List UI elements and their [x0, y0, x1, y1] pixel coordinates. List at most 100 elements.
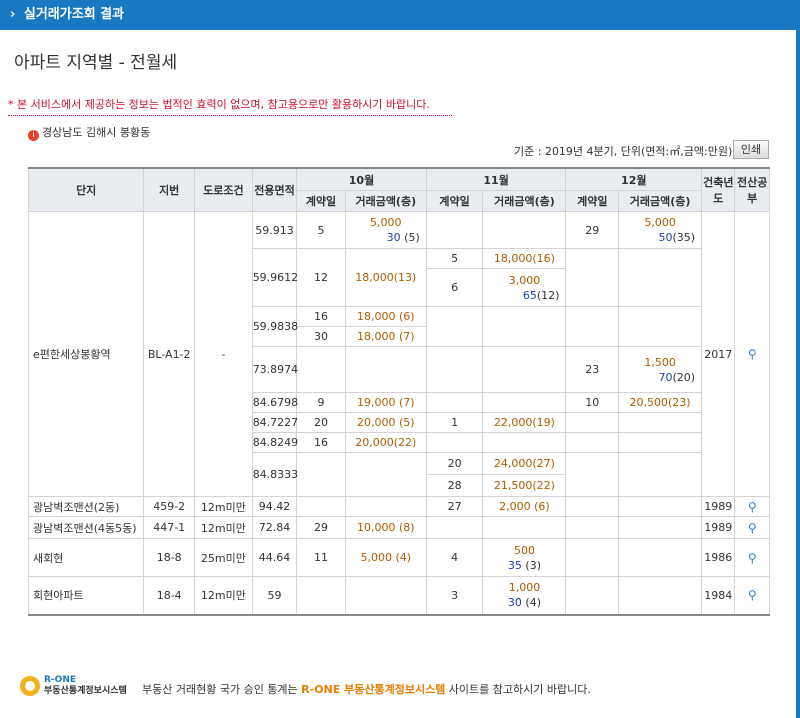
logo-line-2: 부동산통계정보시스템: [44, 686, 127, 696]
header-arrow-icon: ›: [10, 7, 16, 22]
empty-cell: [296, 452, 346, 497]
empty-cell: [482, 211, 567, 249]
area-value: 84.8333: [251, 452, 298, 497]
amount-cell: 2,000 (6): [482, 496, 567, 517]
col-cadastre: 전산공부: [734, 167, 770, 212]
empty-cell: [296, 576, 346, 615]
contract-day: 29: [296, 516, 346, 539]
amount-cell: 18,000 (6): [344, 306, 427, 327]
col-amount: 거래금액(층): [482, 190, 567, 212]
col-lot: 지번: [143, 167, 195, 212]
info-icon: i: [28, 130, 39, 141]
rent-line: 35 (3): [483, 558, 565, 573]
page-title: 아파트 지역별 - 전월세: [14, 53, 178, 73]
amount-cell: 5,000 30 (5): [344, 211, 427, 249]
magnifier-icon[interactable]: ⚲: [748, 551, 757, 565]
contract-day: 16: [296, 306, 346, 327]
r-one-logo-icon: [20, 676, 40, 696]
amount-cell: 20,500(23): [618, 392, 703, 413]
r-one-link[interactable]: R-ONE 부동산통계정보시스템: [301, 683, 445, 696]
table-row: 새회현 18-8 25m미만 44.64 11 5,000 (4) 4 500 …: [27, 538, 770, 577]
contract-day: 27: [425, 496, 484, 517]
empty-cell: [565, 412, 620, 433]
cadastre-cell[interactable]: ⚲: [734, 211, 770, 497]
contract-day: 10: [565, 392, 620, 413]
region-text: 경상남도 김해시 봉황동: [42, 126, 151, 139]
col-amount: 거래금액(층): [618, 190, 703, 212]
empty-cell: [618, 516, 703, 539]
amount-cell: 5,000 50(35): [618, 211, 703, 249]
contract-day: 4: [425, 538, 484, 577]
table-row: e편한세상봉황역 BL-A1-2 - 59.913 5 5,000 30 (5)…: [27, 211, 770, 497]
col-built: 건축년도: [701, 167, 736, 212]
amount-cell: 19,000 (7): [344, 392, 427, 413]
magnifier-icon[interactable]: ⚲: [748, 500, 757, 514]
area-value: 84.6798: [251, 392, 298, 413]
magnifier-icon[interactable]: ⚲: [748, 588, 757, 602]
empty-cell: [482, 516, 567, 539]
col-amount: 거래금액(층): [344, 190, 427, 212]
deposit-amount: 5,000: [370, 216, 402, 229]
empty-cell: [482, 392, 567, 413]
empty-cell: [344, 452, 427, 497]
complex-name: 광남벽조맨션(4동5동): [27, 516, 145, 539]
complex-name: 회현아파트: [27, 576, 145, 615]
rent-line: 50(35): [619, 230, 701, 245]
amount-cell: 24,000(27): [482, 452, 567, 475]
lot-number: BL-A1-2: [143, 211, 195, 497]
empty-cell: [425, 306, 484, 347]
cadastre-cell[interactable]: ⚲: [734, 516, 770, 539]
built-year: 1984: [701, 576, 736, 615]
table-row: 광남벽조맨션(2동) 459-2 12m미만 94.42 27 2,000 (6…: [27, 496, 770, 517]
empty-cell: [482, 306, 567, 347]
floor: (35): [672, 231, 696, 244]
magnifier-icon[interactable]: ⚲: [748, 521, 757, 535]
empty-cell: [425, 211, 484, 249]
built-year: 2017: [701, 211, 736, 497]
col-road: 도로조건: [194, 167, 253, 212]
area-value: 72.84: [251, 516, 298, 539]
area-value: 84.8249: [251, 432, 298, 453]
col-contract-day: 계약일: [296, 190, 346, 212]
empty-cell: [565, 576, 620, 615]
amount-cell: 18,000 (7): [344, 326, 427, 347]
area-value: 94.42: [251, 496, 298, 517]
print-button[interactable]: 인쇄: [733, 140, 769, 159]
cadastre-cell[interactable]: ⚲: [734, 538, 770, 577]
rent-line: 65(12): [483, 288, 565, 303]
amount-cell: 20,000(22): [344, 432, 427, 453]
amount-cell: 500 35 (3): [482, 538, 567, 577]
empty-cell: [618, 538, 703, 577]
cadastre-cell[interactable]: ⚲: [734, 496, 770, 517]
contract-day: 6: [425, 268, 484, 307]
footer-text-after: 사이트를 참고하시기 바랍니다.: [445, 683, 591, 696]
col-month-10: 10월: [296, 167, 427, 191]
area-value: 59.9612: [251, 248, 298, 307]
empty-cell: [344, 496, 427, 517]
col-month-11: 11월: [425, 167, 567, 191]
empty-cell: [618, 496, 703, 517]
region-label: i 경상남도 김해시 봉황동: [28, 124, 150, 141]
disclaimer-notice: * 본 서비스에서 제공하는 정보는 법적인 효력이 없으며, 참고용으로만 활…: [8, 96, 452, 116]
cadastre-cell[interactable]: ⚲: [734, 576, 770, 615]
r-one-logo-text: R-ONE 부동산통계정보시스템: [44, 675, 127, 697]
deposit-amount: 5,000: [644, 216, 676, 229]
lot-number: 447-1: [143, 516, 195, 539]
area-value: 59.9838: [251, 306, 298, 347]
built-year: 1989: [701, 496, 736, 517]
contract-day: 9: [296, 392, 346, 413]
header-bar: › 실거래가조회 결과: [0, 0, 796, 30]
road-condition: -: [194, 211, 253, 497]
monthly-rent: 50: [658, 231, 673, 244]
empty-cell: [618, 248, 703, 307]
contract-day: 20: [296, 412, 346, 433]
basis-text: 기준 : 2019년 4분기, 단위(면적:㎡,금액:만원): [514, 145, 733, 158]
built-year: 1986: [701, 538, 736, 577]
monthly-rent: 30: [386, 231, 401, 244]
floor: (20): [672, 370, 696, 384]
built-year: 1989: [701, 516, 736, 539]
magnifier-icon[interactable]: ⚲: [748, 347, 757, 361]
complex-name: e편한세상봉황역: [27, 211, 145, 497]
deposit-amount: 1,500: [644, 355, 676, 369]
empty-cell: [344, 576, 427, 615]
